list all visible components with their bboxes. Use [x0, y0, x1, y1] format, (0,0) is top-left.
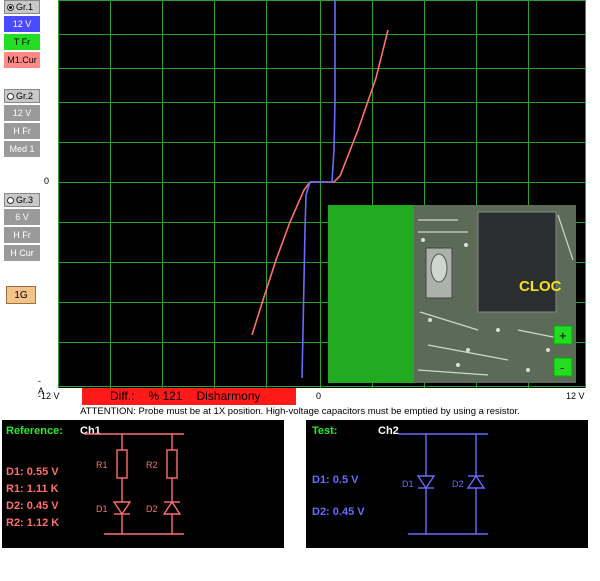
x-left-label: -12 V — [38, 391, 60, 401]
range-button[interactable]: 1G — [6, 286, 36, 304]
test-circuit-diagram: D1 D2 — [398, 433, 488, 535]
test-d2-label: D2 — [452, 479, 464, 489]
test-d1-label: D1 — [402, 479, 414, 489]
test-panel: Test: Ch2 D1: 0.5 V D2: 0.45 V D1 D2 — [306, 420, 588, 548]
group-2-current-button[interactable]: Med 1 — [4, 141, 40, 157]
reference-circuit-diagram: R1 R2 D1 D2 — [84, 433, 184, 535]
y-zero-label: 0 — [44, 176, 50, 186]
channel-sidebar: Gr.1 12 V T Fr M1.Cur Gr.2 12 V H Fr Med… — [0, 0, 49, 396]
reference-r1-value: R1: 1.11 K — [6, 483, 59, 495]
group-1-frequency-button[interactable]: T Fr — [4, 34, 40, 50]
attention-message: ATTENTION: Probe must be at 1X position.… — [80, 406, 520, 417]
group-3-radio[interactable]: Gr.3 — [4, 193, 40, 207]
group-2-voltage-button[interactable]: 12 V — [4, 105, 40, 121]
group-2-frequency-button[interactable]: H Fr — [4, 123, 40, 139]
group-3: Gr.3 6 V H Fr H Cur — [4, 193, 40, 261]
x-right-label: 12 V — [566, 391, 585, 401]
x-zero-label: 0 — [316, 391, 322, 401]
r2-label: R2 — [146, 460, 158, 470]
group-3-voltage-button[interactable]: 6 V — [4, 209, 40, 225]
reference-panel: Reference: Ch1 D1: 0.55 V R1: 1.11 K D2:… — [2, 420, 284, 548]
d1-label: D1 — [96, 504, 108, 514]
test-d1-value: D1: 0.5 V — [312, 474, 359, 486]
reference-d1-value: D1: 0.55 V — [6, 466, 59, 478]
reference-d2-value: D2: 0.45 V — [6, 500, 59, 512]
diff-label: Diff.: — [110, 389, 135, 403]
radio-selected-icon — [7, 3, 14, 11]
group-3-frequency-button[interactable]: H Fr — [4, 227, 40, 243]
group-3-current-button[interactable]: H Cur — [4, 245, 40, 261]
iv-curve-plot: CLOC + - — [58, 0, 586, 388]
test-title: Test: — [312, 425, 338, 437]
group-1-current-button[interactable]: M1.Cur — [4, 52, 40, 68]
reference-title: Reference: — [6, 425, 63, 437]
inset-chip-label: CLOC — [519, 278, 562, 295]
test-d2-value: D2: 0.45 V — [312, 506, 365, 518]
group-1: Gr.1 12 V T Fr M1.Cur — [4, 0, 40, 68]
zoom-in-label: + — [559, 328, 567, 343]
reference-r2-value: R2: 1.12 K — [6, 517, 60, 529]
diff-value: % 121 — [148, 389, 183, 403]
group-2: Gr.2 12 V H Fr Med 1 — [4, 89, 40, 157]
group-2-radio[interactable]: Gr.2 — [4, 89, 40, 103]
d2-label: D2 — [146, 504, 158, 514]
board-photo-inset: CLOC + - — [328, 205, 576, 383]
radio-unselected-icon — [7, 196, 14, 204]
test-channel: Ch2 — [378, 425, 399, 437]
r1-label: R1 — [96, 460, 108, 470]
group-1-voltage-button[interactable]: 12 V — [4, 16, 40, 32]
diff-status-bar: Diff.: % 121 Disharmony — [82, 388, 296, 405]
zoom-out-label: - — [560, 360, 564, 375]
iv-curve-svg: CLOC + - — [58, 0, 586, 388]
group-1-radio[interactable]: Gr.1 — [4, 0, 40, 14]
radio-unselected-icon — [7, 92, 14, 100]
diff-text: Disharmony — [196, 389, 261, 403]
